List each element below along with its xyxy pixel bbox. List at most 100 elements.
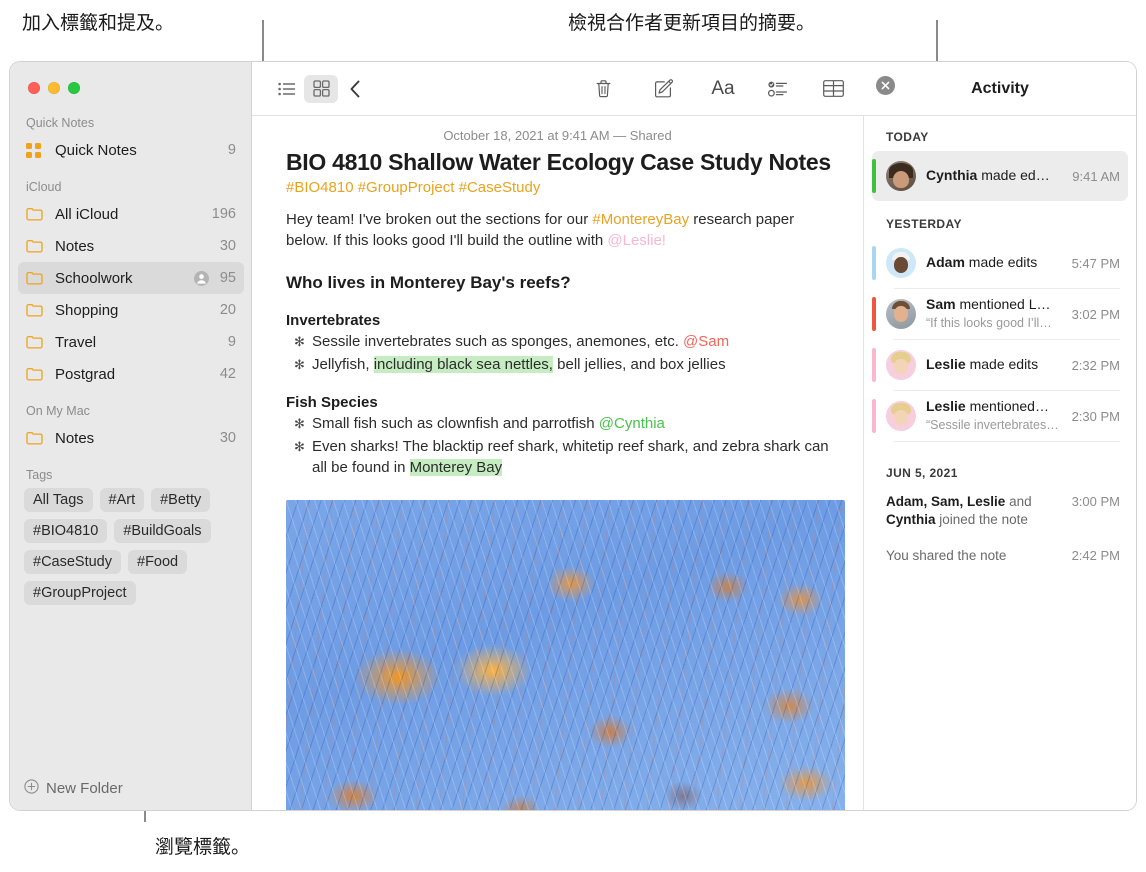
list-view-button[interactable] [270, 75, 304, 103]
folder-icon [26, 365, 46, 383]
tag-all-tags[interactable]: All Tags [24, 488, 93, 512]
sidebar-item-shopping[interactable]: Shopping 20 [18, 294, 244, 326]
gallery-view-button[interactable] [304, 74, 338, 103]
list-item: Small fish such as clownfish and parrotf… [286, 413, 837, 434]
note-subheading-fish-species: Fish Species [286, 394, 378, 411]
activity-person-name: Sam [926, 296, 956, 312]
folder-icon [26, 205, 46, 223]
bullet-text: Small fish such as clownfish and parrotf… [312, 415, 599, 432]
folder-icon [26, 237, 46, 255]
list-item: Jellyfish, including black sea nettles, … [286, 354, 837, 375]
activity-time: 2:42 PM [1071, 548, 1120, 563]
sidebar-item-label: Postgrad [55, 365, 116, 383]
sidebar-item-count: 30 [219, 430, 236, 446]
checklist-button[interactable] [760, 75, 794, 103]
activity-line-1: Adam made edits [926, 254, 1037, 270]
jellyfish-photo[interactable] [286, 500, 845, 810]
sidebar-item-count: 9 [227, 334, 236, 350]
avatar [886, 401, 916, 431]
activity-person-name: Cynthia [926, 167, 978, 183]
activity-quote: “If this looks good I’ll… [926, 316, 1052, 330]
activity-joined-text: Adam, Sam, Leslie and Cynthia joined the… [886, 493, 1066, 529]
folder-icon [26, 429, 46, 447]
sidebar-item-travel[interactable]: Travel 9 [18, 326, 244, 358]
bullet-list-fish: Small fish such as clownfish and parrotf… [286, 413, 837, 478]
mention-cynthia[interactable]: @Cynthia [599, 415, 665, 432]
activity-item-leslie-mentioned[interactable]: Leslie mentioned… “Sessile invertebrates… [872, 391, 1128, 441]
sidebar-item-all-icloud[interactable]: All iCloud 196 [18, 198, 244, 230]
table-button[interactable] [816, 75, 850, 103]
tag-casestudy[interactable]: #CaseStudy [24, 550, 121, 574]
mention-leslie[interactable]: @Leslie! [607, 232, 666, 249]
format-button[interactable]: Aa [706, 75, 740, 103]
activity-day-label: YESTERDAY [886, 217, 962, 231]
notes-window: Quick Notes Quick Notes 9 iCloud All iCl… [10, 62, 1136, 810]
tag-list: All Tags #Art #Betty #BIO4810 #BuildGoal… [10, 486, 252, 605]
activity-joined-entry: Adam, Sam, Leslie and Cynthia joined the… [864, 487, 1136, 535]
sidebar-item-schoolwork[interactable]: Schoolwork 95 [18, 262, 244, 294]
note-title: BIO 4810 Shallow Water Ecology Case Stud… [286, 149, 831, 175]
sidebar-item-quick-notes[interactable]: Quick Notes 9 [18, 134, 244, 166]
intro-text-1: Hey team! I've broken out the sections f… [286, 211, 593, 228]
sidebar-item-label: Quick Notes [55, 141, 137, 159]
sidebar: Quick Notes Quick Notes 9 iCloud All iCl… [10, 62, 252, 810]
activity-day-label: TODAY [886, 130, 929, 144]
activity-header: Activity [864, 62, 1136, 116]
zoom-window-button[interactable] [68, 82, 80, 94]
sidebar-item-notes-local[interactable]: Notes 30 [18, 422, 244, 454]
tag-buildgoals[interactable]: #BuildGoals [114, 519, 211, 543]
minimize-window-button[interactable] [48, 82, 60, 94]
quick-notes-icon [26, 141, 46, 159]
sidebar-item-postgrad[interactable]: Postgrad 42 [18, 358, 244, 390]
sidebar-item-notes-icloud[interactable]: Notes 30 [18, 230, 244, 262]
delete-note-button[interactable] [586, 75, 620, 103]
sidebar-item-count: 20 [219, 302, 236, 318]
activity-title: Activity [971, 79, 1029, 97]
compose-note-button[interactable] [646, 75, 680, 103]
activity-text: Adam made edits [926, 254, 1066, 272]
sidebar-item-label: All iCloud [55, 205, 119, 223]
activity-item-adam[interactable]: Adam made edits 5:47 PM [872, 238, 1128, 288]
tag-betty[interactable]: #Betty [151, 488, 211, 512]
tag-bio4810[interactable]: #BIO4810 [24, 519, 108, 543]
highlighted-text: including black sea nettles, [373, 356, 553, 373]
note-heading: Who lives in Monterey Bay's reefs? [286, 273, 571, 292]
activity-action: made ed… [977, 167, 1050, 183]
sidebar-section-title: iCloud [26, 180, 62, 194]
activity-line-1: Leslie made edits [926, 356, 1038, 372]
tag-food[interactable]: #Food [128, 550, 188, 574]
folder-icon [26, 269, 46, 287]
new-folder-button[interactable]: New Folder [10, 766, 252, 810]
sidebar-item-label: Schoolwork [55, 269, 133, 287]
activity-time: 2:30 PM [1071, 408, 1120, 424]
bullet-text: Jellyfish, [312, 356, 374, 373]
activity-line-1: Sam mentioned L… [926, 296, 1051, 312]
activity-item-cynthia[interactable]: Cynthia made ed… 9:41 AM [872, 151, 1128, 201]
activity-item-sam[interactable]: Sam mentioned L… “If this looks good I’l… [872, 289, 1128, 339]
activity-color-bar [872, 399, 876, 433]
sidebar-item-count: 42 [219, 366, 236, 382]
activity-names-1: Adam, Sam, Leslie [886, 494, 1006, 509]
activity-person-name: Adam [926, 254, 965, 270]
activity-action: made edits [965, 356, 1039, 372]
note-content[interactable]: October 18, 2021 at 9:41 AM — Shared BIO… [252, 116, 864, 810]
tag-mention-montereybay[interactable]: #MontereyBay [592, 211, 689, 228]
note-tags[interactable]: #BIO4810 #GroupProject #CaseStudy [286, 179, 837, 196]
plus-circle-icon [24, 778, 46, 798]
activity-day-label: JUN 5, 2021 [886, 466, 958, 480]
activity-text: Sam mentioned L… “If this looks good I’l… [926, 296, 1066, 332]
bullet-list-invertebrates: Sessile invertebrates such as sponges, a… [286, 331, 837, 375]
back-button[interactable] [338, 75, 372, 103]
activity-time: 2:32 PM [1071, 357, 1120, 373]
mention-sam[interactable]: @Sam [683, 333, 729, 350]
activity-color-bar [872, 159, 876, 193]
close-window-button[interactable] [28, 82, 40, 94]
activity-item-leslie-edits[interactable]: Leslie made edits 2:32 PM [872, 340, 1128, 390]
tag-art[interactable]: #Art [99, 488, 145, 512]
tag-groupproject[interactable]: #GroupProject [24, 581, 136, 605]
sidebar-item-count: 196 [211, 206, 236, 222]
window-controls[interactable] [28, 82, 80, 94]
sidebar-item-count: 9 [227, 142, 236, 158]
activity-group-older: JUN 5, 2021 Adam, Sam, Leslie and Cynthi… [864, 444, 1136, 573]
close-icon[interactable] [876, 76, 895, 100]
